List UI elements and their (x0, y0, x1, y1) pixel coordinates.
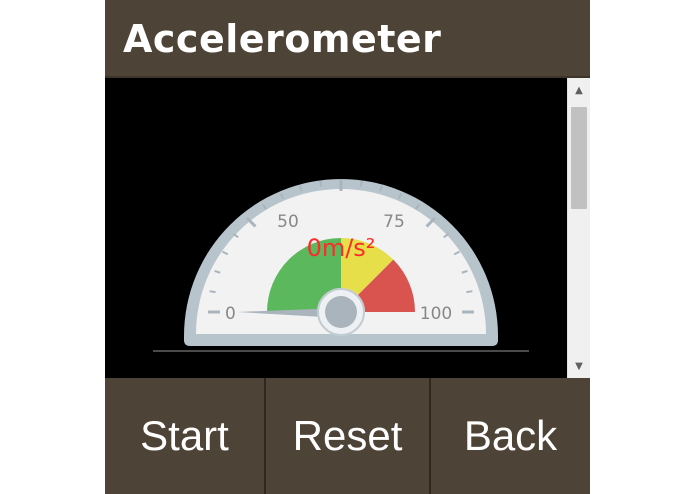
gauge-tick (209, 290, 216, 294)
vertical-scrollbar[interactable]: ▲ ▼ (567, 78, 590, 378)
scroll-thumb[interactable] (571, 107, 587, 209)
gauge-value-readout: 0m/s² (307, 234, 376, 262)
reset-button[interactable]: Reset (264, 378, 429, 494)
gauge-label-0: 0 (225, 304, 236, 324)
gauge-tick (319, 180, 323, 187)
gauge-panel: 0 50 75 100 0m/s² (105, 78, 567, 378)
back-button[interactable]: Back (429, 378, 590, 494)
gauge-tick (359, 180, 363, 187)
scroll-up-arrow-icon[interactable]: ▲ (568, 80, 590, 100)
gauge-label-100: 100 (420, 304, 452, 324)
gauge-label-50: 50 (277, 212, 299, 232)
scroll-down-arrow-icon[interactable]: ▼ (568, 356, 590, 376)
title-bar: Accelerometer (105, 0, 590, 78)
app-window: Accelerometer 0 50 75 100 0m/s² ▲ ▼ Star… (105, 0, 590, 494)
gauge-hub-center (325, 296, 357, 328)
button-bar: Start Reset Back (105, 378, 590, 494)
start-button[interactable]: Start (105, 378, 264, 494)
page-title: Accelerometer (123, 17, 442, 61)
gauge-tick (466, 290, 473, 294)
speed-gauge: 0 50 75 100 0m/s² (153, 179, 529, 352)
gauge-label-75: 75 (383, 212, 405, 232)
